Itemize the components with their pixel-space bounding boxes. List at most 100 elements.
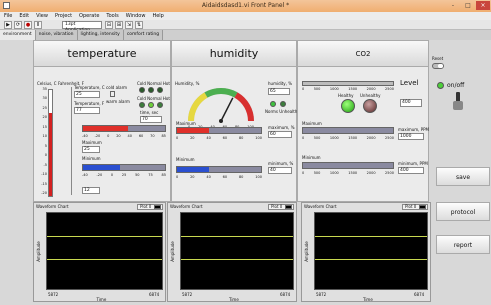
align-icon[interactable]: ⊟ [105, 21, 113, 29]
co2-min-tick: 1500 [348, 171, 358, 175]
chart-xlabel: Time [96, 297, 107, 302]
chart-plot-area [314, 212, 428, 290]
save-button[interactable]: save [436, 167, 490, 186]
co2-healthy-label: Healthy [338, 93, 354, 98]
co2-max-slider[interactable] [302, 127, 394, 134]
thermometer-tick: 10 [42, 134, 47, 139]
chart-xmax: 6874 [414, 292, 425, 297]
co2-min-tick: 2000 [366, 171, 376, 175]
chart-title: Waveform Chart [36, 204, 69, 209]
protocol-button[interactable]: protocol [436, 202, 490, 221]
temp-min-input[interactable]: 12 [82, 187, 100, 194]
co2-min-scale: 0 500 1000 1500 2000 2500 [302, 171, 394, 175]
close-button[interactable]: × [476, 1, 490, 10]
maximize-button[interactable]: □ [461, 1, 475, 10]
humidity-min-tick: 40 [206, 175, 211, 179]
temp-c-label: Temperature, C [74, 85, 105, 90]
temp-max-label: Maximum [82, 140, 102, 145]
thermometer-tick: -20 [41, 190, 47, 195]
temp-min-tick: -20 [96, 173, 103, 177]
co2-level-tick: 1000 [329, 87, 339, 91]
temp-max-input[interactable]: 25 [82, 146, 100, 153]
plot-legend[interactable]: Plot 0 [137, 204, 163, 210]
menu-help[interactable]: Help [152, 12, 163, 20]
co2-title: CO2 [298, 41, 428, 67]
humidity-max-value-label: maximum, % [268, 125, 295, 130]
pause-icon[interactable]: Ⅱ [34, 21, 42, 29]
co2-max-tick: 500 [313, 136, 321, 140]
menu-project[interactable]: Project [55, 12, 72, 20]
temp-min-slider[interactable] [82, 164, 166, 171]
cold-alarm-switch[interactable] [110, 91, 115, 97]
co2-max-tick: 2500 [385, 136, 394, 140]
humidity-value: 65 [268, 88, 290, 95]
tab-noise-vibration[interactable]: noise, vibration [35, 30, 78, 40]
temp-min-tick: 0 [110, 173, 114, 177]
co2-max-tick: 1500 [348, 136, 358, 140]
chart-xmax: 6874 [149, 292, 160, 297]
report-button[interactable]: report [436, 235, 490, 254]
temp-c-input[interactable]: 25 [74, 91, 100, 98]
plot-legend[interactable]: Plot 0 [402, 204, 428, 210]
humidity-min-slider[interactable] [176, 166, 262, 173]
chart-series-line-2 [47, 259, 162, 260]
temp-max-slider[interactable] [82, 125, 166, 132]
co2-max-scale: 0 500 1000 1500 2000 2500 [302, 136, 394, 140]
humidity-max-slider[interactable] [176, 127, 262, 134]
co2-level-scale: 0 500 1000 1500 2000 2500 [302, 87, 394, 91]
temp-min-tick: -40 [82, 173, 88, 177]
co2-min-fill [303, 163, 393, 168]
tab-environment[interactable]: environment [0, 30, 36, 40]
reset-toggle[interactable] [432, 63, 444, 69]
onoff-switch[interactable] [453, 92, 463, 110]
temp-max-scale: -40 -20 0 20 40 60 70 85 [82, 134, 166, 138]
co2-max-tick: 0 [302, 136, 305, 140]
cold-led-1 [139, 87, 145, 93]
chart-xlabel: Time [229, 297, 239, 302]
co2-min-input[interactable]: 400 [398, 167, 424, 174]
temp-min-tick: 50 [135, 173, 140, 177]
menu-window[interactable]: Window [126, 12, 146, 20]
menu-view[interactable]: View [36, 12, 48, 20]
humidity-max-tick: 20 [190, 136, 195, 140]
temp-min-scale: -40 -20 0 25 50 75 85 [82, 173, 166, 177]
run-continuous-icon[interactable]: ⟳ [14, 21, 22, 29]
resize-icon[interactable]: ⇲ [125, 21, 133, 29]
humidity-gauge [187, 88, 255, 123]
font-select[interactable]: 13pt Application Font [62, 21, 102, 39]
reorder-icon[interactable]: ⇅ [135, 21, 143, 29]
tab-comfort-rating[interactable]: comfort rating [123, 30, 164, 40]
minimize-button[interactable]: - [446, 1, 460, 10]
temp-max-tick: 70 [150, 134, 155, 138]
humidity-min-input[interactable]: 40 [268, 167, 292, 174]
window-title: Aidaidsdasd1.vi Front Panel * [201, 2, 290, 9]
title-bar: Aidaidsdasd1.vi Front Panel * - □ × [0, 0, 491, 12]
humidity-max-input[interactable]: 60 [268, 131, 292, 138]
tab-lighting-intensity[interactable]: lighting, intensity [77, 30, 124, 40]
plot-legend[interactable]: Plot 0 [268, 204, 294, 210]
menu-operate[interactable]: Operate [79, 12, 99, 20]
menu-file[interactable]: File [4, 12, 12, 20]
menu-tools[interactable]: Tools [106, 12, 118, 20]
thermometer [48, 89, 53, 197]
co2-max-input[interactable]: 1000 [398, 133, 424, 140]
co2-min-slider[interactable] [302, 162, 394, 169]
co2-max-tick: 2000 [366, 136, 376, 140]
time-sec-input[interactable]: 70 [140, 116, 162, 123]
menu-edit[interactable]: Edit [19, 12, 29, 20]
run-icon[interactable]: ▶ [4, 21, 12, 29]
humidity-max-tick: 60 [222, 136, 228, 140]
abort-icon[interactable]: ● [24, 21, 32, 29]
toolbar: ▶ ⟳ ● Ⅱ 13pt Application Font ⊟ ⊞ ⇲ ⇅ [0, 20, 491, 39]
temp-max-tick: 40 [127, 134, 132, 138]
thermometer-tick: -5 [43, 162, 48, 167]
temp-f-input[interactable]: 77 [74, 107, 100, 114]
humidity-min-scale: 0 20 40 60 80 100 [176, 175, 262, 179]
gauge-needle [220, 97, 234, 122]
fahrenheit-scale [58, 87, 72, 195]
thermometer-tick: 25 [42, 105, 47, 110]
humidity-min-tick: 60 [222, 175, 228, 179]
distribute-icon[interactable]: ⊞ [115, 21, 123, 29]
humidity-max-tick: 40 [206, 136, 211, 140]
chart-xmax: 6874 [280, 292, 291, 297]
